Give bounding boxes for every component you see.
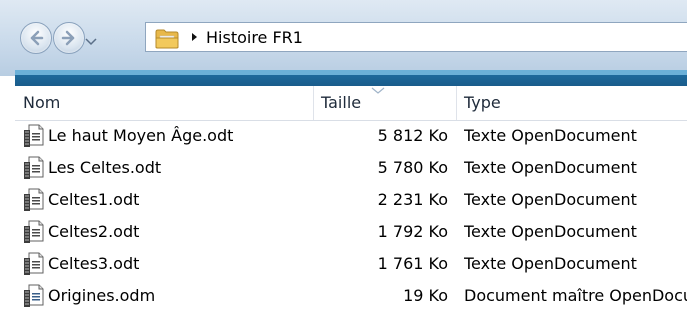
odt-document-icon: [23, 124, 45, 152]
file-row[interactable]: Origines.odm 19 Ko Document maître OpenDoc…: [15, 280, 687, 312]
address-bar[interactable]: Histoire FR1: [145, 22, 687, 52]
chevron-down-icon: [85, 38, 97, 46]
sort-descending-icon: [371, 87, 385, 94]
column-header-type-label: Type: [464, 93, 501, 112]
arrow-right-icon: [61, 30, 75, 46]
file-type: Texte OpenDocument: [464, 254, 637, 273]
file-row[interactable]: Celtes3.odt 1 761 Ko Texte OpenDocument: [15, 248, 687, 280]
column-header-name[interactable]: Nom: [15, 86, 313, 120]
file-type: Texte OpenDocument: [464, 190, 637, 209]
file-size: 2 231 Ko: [377, 190, 448, 209]
file-row[interactable]: Le haut Moyen Âge.odt 5 812 Ko Texte OpenD…: [15, 120, 687, 152]
file-row[interactable]: Celtes2.odt 1 792 Ko Texte OpenDocument: [15, 216, 687, 248]
file-name[interactable]: Celtes1.odt: [48, 184, 139, 216]
file-type: Texte OpenDocument: [464, 158, 637, 177]
breadcrumb-arrow-icon[interactable]: [191, 32, 199, 42]
breadcrumb-folder[interactable]: Histoire FR1: [206, 28, 303, 47]
file-size: 1 792 Ko: [377, 222, 448, 241]
file-name-cell[interactable]: Le haut Moyen Âge.odt: [23, 120, 313, 152]
file-name[interactable]: Le haut Moyen Âge.odt: [48, 120, 233, 152]
file-name[interactable]: Origines.odm: [48, 280, 155, 312]
toolbar-strip-highlight: [15, 70, 687, 75]
file-name-cell[interactable]: Celtes2.odt: [23, 216, 313, 248]
file-name-cell[interactable]: Les Celtes.odt: [23, 152, 313, 184]
file-row[interactable]: Les Celtes.odt 5 780 Ko Texte OpenDocument: [15, 152, 687, 184]
file-type: Texte OpenDocument: [464, 222, 637, 241]
odt-document-icon: [23, 220, 45, 248]
odt-document-icon: [23, 156, 45, 184]
file-name[interactable]: Celtes2.odt: [48, 216, 139, 248]
file-name-cell[interactable]: Celtes3.odt: [23, 248, 313, 280]
file-size: 5 780 Ko: [377, 158, 448, 177]
recent-pages-dropdown[interactable]: [85, 32, 97, 46]
odt-document-icon: [23, 252, 45, 280]
column-header-size-label: Taille: [321, 93, 362, 112]
file-name[interactable]: Celtes3.odt: [48, 248, 139, 280]
file-name-cell[interactable]: Celtes1.odt: [23, 184, 313, 216]
back-button[interactable]: [20, 22, 52, 54]
file-size: 1 761 Ko: [377, 254, 448, 273]
odt-document-icon: [23, 188, 45, 216]
file-row[interactable]: Celtes1.odt 2 231 Ko Texte OpenDocument: [15, 184, 687, 216]
navigation-bar: Histoire FR1: [0, 0, 687, 76]
forward-button[interactable]: [53, 22, 85, 54]
arrow-left-icon: [30, 30, 44, 46]
file-name-cell[interactable]: Origines.odm: [23, 280, 313, 312]
file-size: 19 Ko: [403, 286, 448, 305]
file-name[interactable]: Les Celtes.odt: [48, 152, 161, 184]
column-header-size[interactable]: Taille: [313, 86, 456, 120]
file-type: Document maître OpenDocument: [464, 286, 687, 305]
odm-master-document-icon: [23, 284, 45, 312]
file-type: Texte OpenDocument: [464, 126, 637, 145]
column-header-name-label: Nom: [23, 93, 61, 112]
file-size: 5 812 Ko: [377, 126, 448, 145]
column-header-row: Nom Taille Type: [15, 86, 687, 121]
column-header-type[interactable]: Type: [456, 86, 687, 120]
folder-icon: [155, 29, 179, 49]
